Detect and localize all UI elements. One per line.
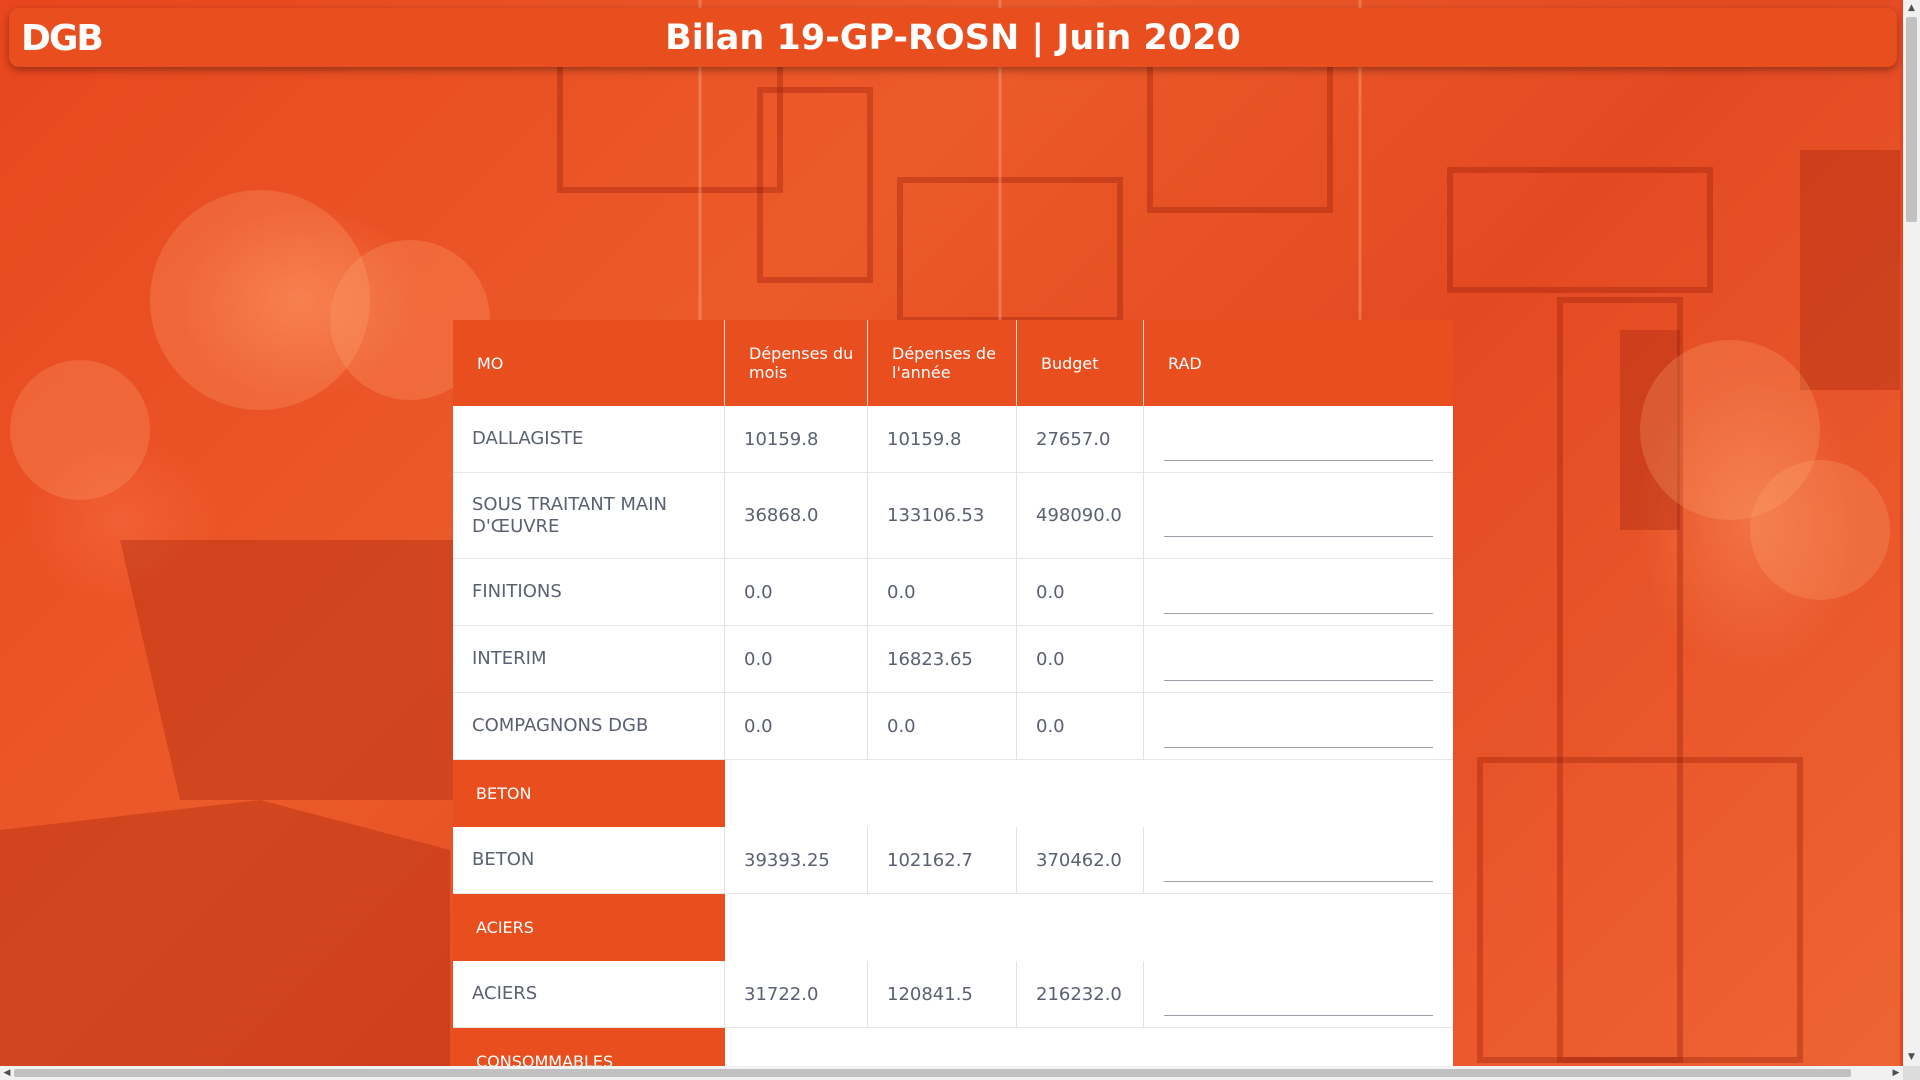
table-row: SOUS TRAITANT MAIN D'ŒUVRE 36868.0 13310… [453,473,1453,559]
year-spend-cell: 0.0 [868,693,1017,760]
month-spend-cell: 39393.25 [725,827,868,894]
month-spend-cell: 36868.0 [725,473,868,559]
table-row: BETON 39393.25 102162.7 370462.0 [453,827,1453,894]
year-spend-cell: 10159.8 [868,406,1017,473]
rad-cell [1144,473,1453,559]
table-row: DALLAGISTE 10159.8 10159.8 27657.0 [453,406,1453,473]
table-row: INTERIM 0.0 16823.65 0.0 [453,626,1453,693]
row-label: COMPAGNONS DGB [453,693,725,760]
budget-cell: 0.0 [1017,626,1144,693]
horizontal-scroll-thumb[interactable] [14,1069,1851,1077]
budget-cell: 0.0 [1017,559,1144,626]
month-spend-cell: 0.0 [725,626,868,693]
year-spend-cell: 16823.65 [868,626,1017,693]
column-header-rad: RAD [1144,320,1453,406]
row-label: BETON [453,827,725,894]
budget-cell: 27657.0 [1017,406,1144,473]
rad-cell [1144,827,1453,894]
budget-cell: 498090.0 [1017,473,1144,559]
vertical-scroll-thumb[interactable] [1906,17,1917,222]
scroll-up-arrow-icon[interactable]: ▲ [1903,0,1920,17]
section-header-aciers: ACIERS [453,894,1453,961]
year-spend-cell: 133106.53 [868,473,1017,559]
column-header-depenses-mois: Dépenses du mois [725,320,868,406]
row-label: FINITIONS [453,559,725,626]
year-spend-cell: 102162.7 [868,827,1017,894]
rad-input[interactable] [1164,850,1433,882]
scrollbar-corner [1903,1066,1920,1080]
budget-cell: 0.0 [1017,693,1144,760]
rad-input[interactable] [1164,582,1433,614]
rad-input[interactable] [1164,716,1433,748]
page-title: Bilan 19-GP-ROSN | Juin 2020 [665,18,1241,58]
table-row: ACIERS 31722.0 120841.5 216232.0 [453,961,1453,1028]
row-label: DALLAGISTE [453,406,725,473]
year-spend-cell: 120841.5 [868,961,1017,1028]
rad-input[interactable] [1164,984,1433,1016]
top-header-bar: DGB Bilan 19-GP-ROSN | Juin 2020 [9,8,1897,67]
budget-cell: 370462.0 [1017,827,1144,894]
horizontal-scrollbar[interactable]: ◀ ▶ [0,1066,1903,1080]
column-header-depenses-annee: Dépenses de l'année [868,320,1017,406]
table-row: FINITIONS 0.0 0.0 0.0 [453,559,1453,626]
row-label: INTERIM [453,626,725,693]
year-spend-cell: 0.0 [868,559,1017,626]
budget-cell: 216232.0 [1017,961,1144,1028]
bilan-table: MO Dépenses du mois Dépenses de l'année … [453,320,1453,1080]
scroll-left-arrow-icon[interactable]: ◀ [0,1066,14,1080]
section-label: ACIERS [453,894,725,961]
rad-cell [1144,693,1453,760]
rad-cell [1144,626,1453,693]
rad-input[interactable] [1164,429,1433,461]
section-header-beton: BETON [453,760,1453,827]
table-row: COMPAGNONS DGB 0.0 0.0 0.0 [453,693,1453,760]
rad-input[interactable] [1164,649,1433,681]
rad-cell [1144,559,1453,626]
row-label: SOUS TRAITANT MAIN D'ŒUVRE [453,473,725,559]
month-spend-cell: 10159.8 [725,406,868,473]
month-spend-cell: 0.0 [725,559,868,626]
rad-cell [1144,406,1453,473]
rad-input[interactable] [1164,506,1433,537]
column-header-mo: MO [453,320,725,406]
scroll-right-arrow-icon[interactable]: ▶ [1889,1066,1903,1080]
scroll-down-arrow-icon[interactable]: ▼ [1903,1049,1920,1066]
table-header-row: MO Dépenses du mois Dépenses de l'année … [453,320,1453,406]
section-label: BETON [453,760,725,827]
month-spend-cell: 31722.0 [725,961,868,1028]
rad-cell [1144,961,1453,1028]
month-spend-cell: 0.0 [725,693,868,760]
row-label: ACIERS [453,961,725,1028]
vertical-scrollbar[interactable]: ▲ ▼ [1903,0,1920,1066]
column-header-budget: Budget [1017,320,1144,406]
